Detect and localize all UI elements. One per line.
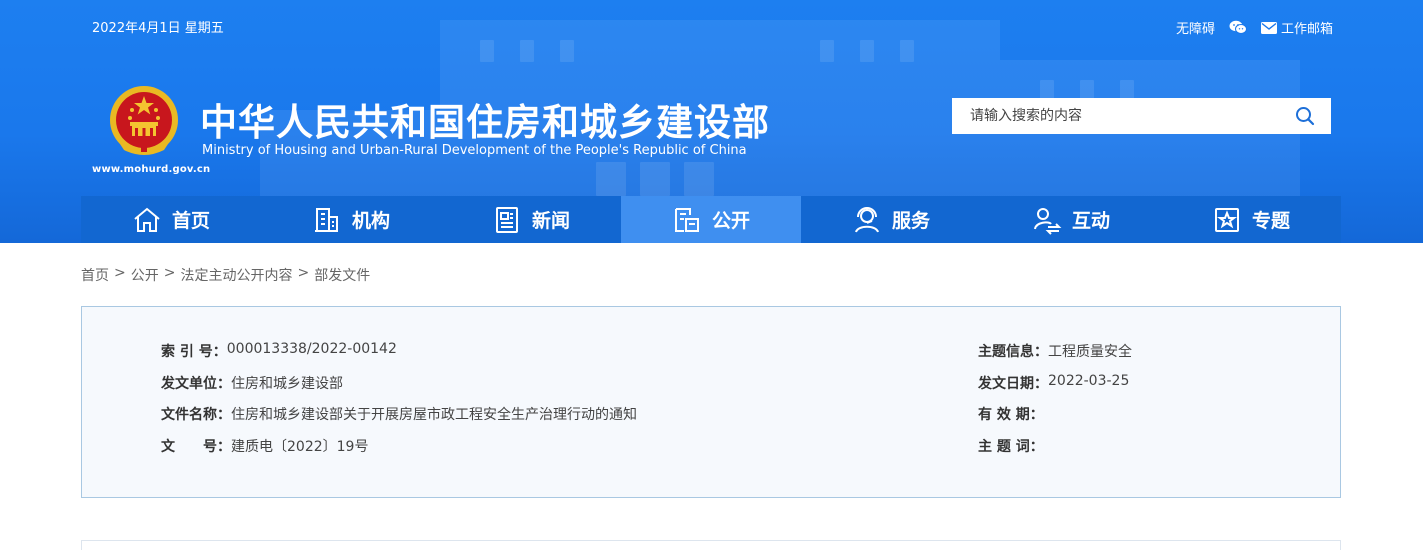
issue-date-row: 发文日期： 2022-03-25 [978,373,1129,393]
breadcrumb-separator: > [163,265,176,281]
main-nav: 首页 机构 新闻 公开 服务 互动 专题 [81,196,1341,243]
issue-date-label: 发文日期： [978,376,1048,392]
building-icon [312,205,342,235]
content-panel-top-edge [81,540,1341,550]
topic-value: 工程质量安全 [1048,344,1132,360]
keywords-label: 主 题 词： [978,439,1044,455]
building-window [480,40,494,62]
search-button[interactable] [1279,98,1331,134]
issuer-row: 发文单位： 住房和城乡建设部 [161,373,343,393]
interaction-icon [1032,205,1062,235]
nav-label: 首页 [171,210,210,232]
work-mail-label: 工作邮箱 [1280,22,1333,37]
validity-row: 有 效 期： [978,404,1044,424]
topbar-links: 无障碍 工作邮箱 [1176,18,1333,37]
index-number-value: 000013338/2022-00142 [226,341,397,357]
nav-item-organization[interactable]: 机构 [261,196,441,243]
search-icon [1296,107,1315,126]
nav-label: 机构 [351,210,390,232]
current-date: 2022年4月1日 星期五 [92,21,224,36]
nav-label: 互动 [1071,210,1110,232]
issuer-value: 住房和城乡建设部 [231,376,343,392]
search-box [952,98,1331,134]
index-number-label: 索 引 号： [161,344,227,360]
disclosure-icon [672,205,702,235]
building-door [596,162,626,196]
nav-item-topic[interactable]: 专题 [1161,196,1341,243]
keywords-row: 主 题 词： [978,436,1044,456]
topic-label: 主题信息： [978,344,1048,360]
site-title-en: Ministry of Housing and Urban-Rural Deve… [202,143,747,158]
topic-row: 主题信息： 工程质量安全 [978,341,1132,361]
building-window [860,40,874,62]
building-door [684,162,714,196]
wechat-icon[interactable] [1229,20,1247,35]
building-window [820,40,834,62]
nav-item-disclosure[interactable]: 公开 [621,196,801,243]
document-name-value: 住房和城乡建设部关于开展房屋市政工程安全生产治理行动的通知 [231,407,637,423]
document-number-value: 建质电〔2022〕19号 [231,439,369,455]
breadcrumb-home[interactable]: 首页 [81,265,109,285]
building-window [520,40,534,62]
document-info-panel: 索 引 号： 000013338/2022-00142 主题信息： 工程质量安全… [81,306,1341,498]
work-mail-link[interactable]: 工作邮箱 [1260,18,1333,37]
index-number-row: 索 引 号： 000013338/2022-00142 [161,341,397,361]
validity-label: 有 效 期： [978,407,1044,423]
accessibility-link[interactable]: 无障碍 [1176,18,1215,37]
issue-date-value: 2022-03-25 [1048,373,1130,389]
national-emblem-icon [110,86,178,155]
search-input[interactable] [952,98,1279,134]
home-icon [132,205,162,235]
nav-label: 服务 [891,210,930,232]
nav-item-news[interactable]: 新闻 [441,196,621,243]
building-window [900,40,914,62]
nav-item-home[interactable]: 首页 [81,196,261,243]
document-number-label: 文 号： [161,439,231,455]
building-window [560,40,574,62]
breadcrumb: 首页 > 公开 > 法定主动公开内容 > 部发文件 [81,265,370,285]
nav-item-interaction[interactable]: 互动 [981,196,1161,243]
news-icon [492,205,522,235]
building-door [640,162,670,196]
nav-label: 新闻 [531,210,570,232]
topic-icon [1212,205,1242,235]
issuer-label: 发文单位： [161,376,231,392]
nav-item-service[interactable]: 服务 [801,196,981,243]
service-icon [852,205,882,235]
breadcrumb-separator: > [114,265,126,281]
mail-icon [1260,21,1277,34]
nav-label: 公开 [711,210,750,232]
nav-label: 专题 [1251,210,1290,232]
breadcrumb-separator: > [297,265,310,281]
document-name-row: 文件名称： 住房和城乡建设部关于开展房屋市政工程安全生产治理行动的通知 [161,404,637,424]
document-name-label: 文件名称： [161,407,231,423]
site-title-cn: 中华人民共和国住房和城乡建设部 [200,101,770,144]
breadcrumb-disclosure[interactable]: 公开 [131,265,159,285]
breadcrumb-ministry-documents[interactable]: 部发文件 [314,265,370,285]
site-url: www.mohurd.gov.cn [92,164,211,175]
document-number-row: 文 号： 建质电〔2022〕19号 [161,436,368,456]
breadcrumb-statutory-content[interactable]: 法定主动公开内容 [180,265,292,285]
